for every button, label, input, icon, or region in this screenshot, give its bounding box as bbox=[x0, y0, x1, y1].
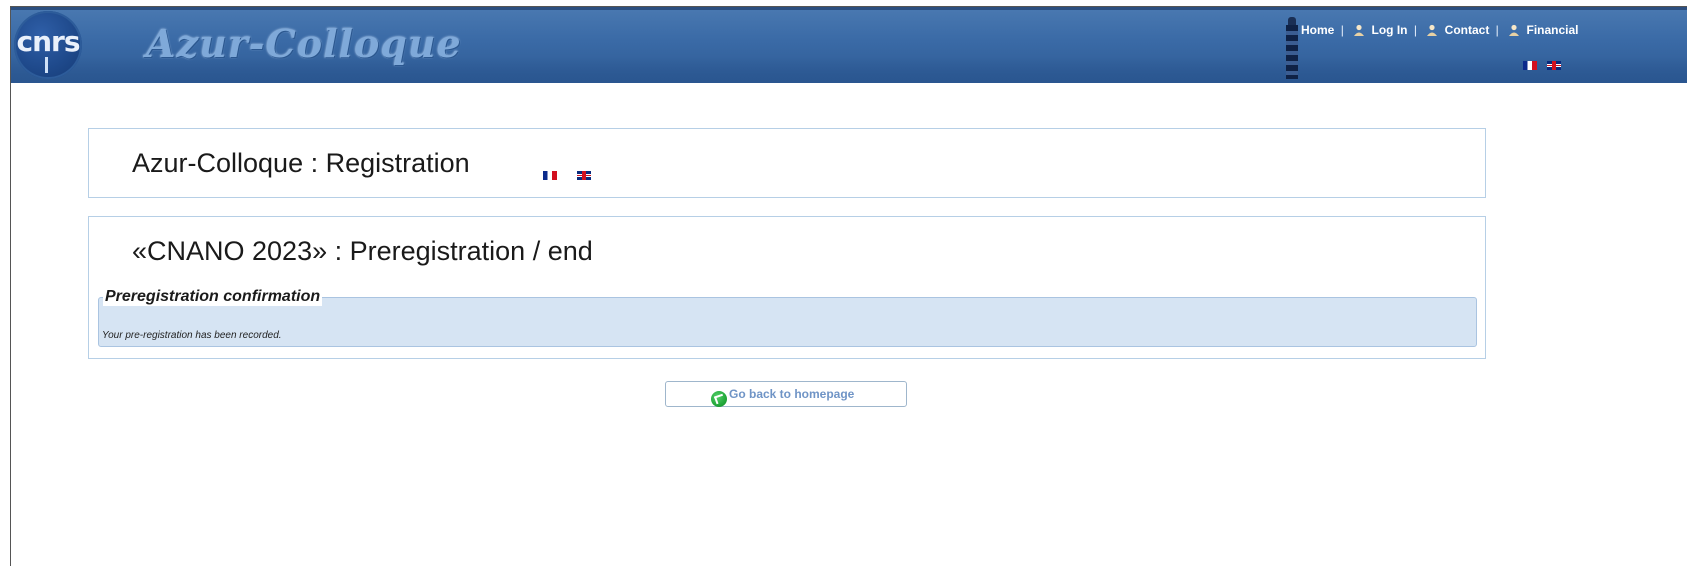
nav-login-link[interactable]: Log In bbox=[1372, 23, 1408, 37]
confirmation-legend: Preregistration confirmation bbox=[103, 288, 323, 306]
panel-language-switch bbox=[543, 167, 607, 185]
logo-text: cnrs bbox=[16, 25, 80, 58]
page-title: Azur-Colloque : Registration bbox=[132, 148, 470, 178]
lighthouse-icon bbox=[1283, 17, 1301, 79]
nav-home-link[interactable]: Home bbox=[1301, 23, 1334, 37]
section-title: «CNANO 2023» : Preregistration / end bbox=[132, 236, 593, 266]
back-button-label: Go back to homepage bbox=[729, 387, 855, 401]
nav-separator: | bbox=[1413, 22, 1417, 37]
registration-title-panel: Azur-Colloque : Registration bbox=[88, 128, 1486, 198]
french-flag-icon[interactable] bbox=[1523, 61, 1537, 71]
nav-separator: | bbox=[1495, 22, 1499, 37]
browser-frame: cnrs Azur-Colloque Home | Log In | Conta… bbox=[10, 6, 1687, 566]
confirmation-message: Your pre-registration has been recorded. bbox=[102, 330, 282, 341]
back-to-homepage-button[interactable]: Go back to homepage bbox=[665, 381, 907, 407]
english-flag-icon[interactable] bbox=[577, 171, 592, 181]
top-nav: Home | Log In | Contact | Financial bbox=[1301, 21, 1579, 37]
brand-title[interactable]: Azur-Colloque bbox=[146, 21, 462, 66]
nav-contact-link[interactable]: Contact bbox=[1445, 23, 1490, 37]
confirmation-fieldset: Preregistration confirmation Your pre-re… bbox=[98, 288, 1477, 347]
cnrs-logo[interactable]: cnrs bbox=[14, 11, 82, 79]
header-banner: cnrs Azur-Colloque Home | Log In | Conta… bbox=[11, 7, 1687, 83]
banner-top-edge bbox=[11, 7, 1687, 10]
header-language-switch bbox=[1517, 57, 1562, 75]
user-icon bbox=[1354, 24, 1365, 36]
user-icon bbox=[1509, 24, 1520, 36]
nav-financial-link[interactable]: Financial bbox=[1526, 23, 1578, 37]
english-flag-icon[interactable] bbox=[1547, 61, 1562, 71]
nav-separator: | bbox=[1340, 22, 1344, 37]
preregistration-panel: «CNANO 2023» : Preregistration / end Pre… bbox=[88, 216, 1486, 359]
french-flag-icon[interactable] bbox=[543, 171, 557, 181]
user-icon bbox=[1427, 24, 1438, 36]
back-arrow-icon bbox=[711, 391, 727, 407]
logo-stem bbox=[45, 57, 48, 73]
